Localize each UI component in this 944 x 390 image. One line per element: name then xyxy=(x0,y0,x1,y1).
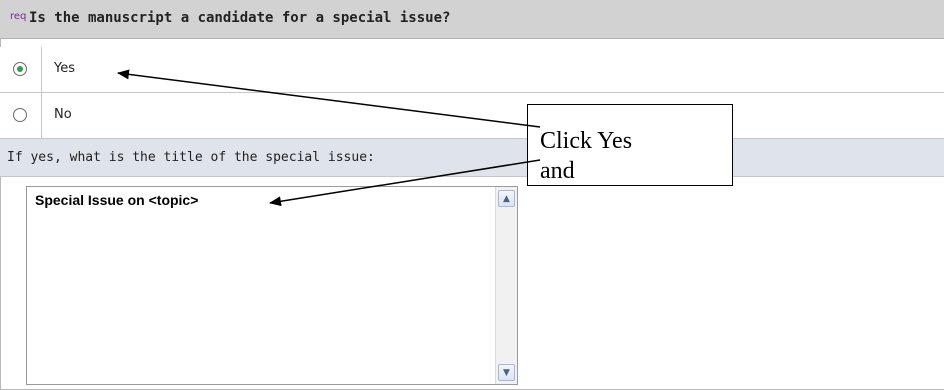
arrow-to-textarea-icon xyxy=(269,159,541,207)
annotation-arrows xyxy=(117,69,541,207)
arrow-to-yes-icon xyxy=(117,69,541,128)
